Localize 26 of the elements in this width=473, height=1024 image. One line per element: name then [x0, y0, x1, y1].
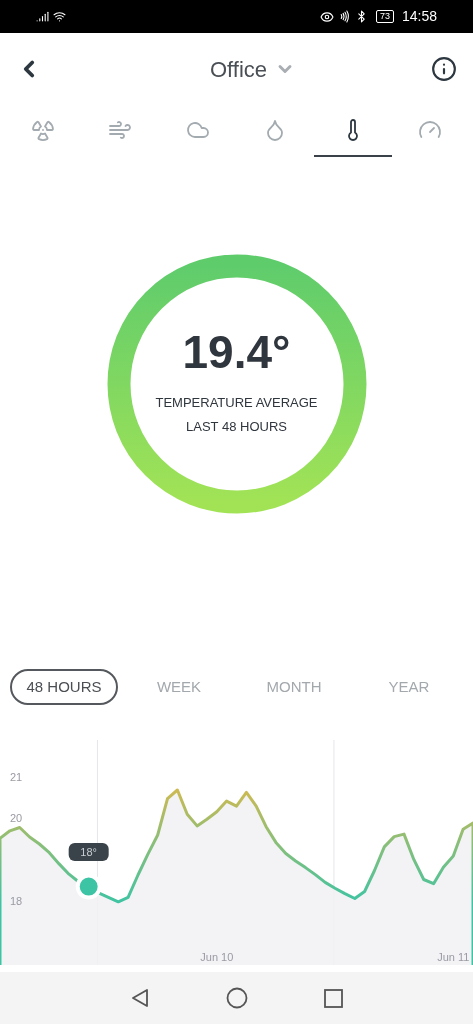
clock: 14:58: [401, 7, 437, 26]
radiation-icon: [30, 118, 55, 142]
value-tooltip: 18°: [68, 842, 109, 862]
average-caption: LAST 48 HOURS: [186, 418, 287, 436]
recents-nav-icon[interactable]: [324, 988, 343, 1008]
range-tab[interactable]: YEAR: [355, 669, 463, 705]
battery-level: 73: [375, 10, 394, 23]
y-axis-label: 20: [10, 812, 23, 825]
range-tab[interactable]: 48 HOURS: [10, 669, 118, 705]
x-axis-label: Jun 10: [200, 951, 234, 963]
range-tab[interactable]: WEEK: [125, 669, 233, 705]
range-tab[interactable]: MONTH: [240, 669, 348, 705]
info-button[interactable]: [431, 56, 457, 82]
wind-icon: [108, 118, 133, 142]
eye-icon: [319, 9, 334, 24]
average-value: 19.4°: [182, 329, 291, 375]
average-caption: TEMPERATURE AVERAGE: [155, 394, 318, 412]
y-axis-label: 21: [10, 771, 23, 784]
wifi-icon: [53, 10, 66, 23]
y-axis-label: 18: [10, 895, 23, 907]
home-nav-icon[interactable]: [226, 987, 248, 1009]
info-icon: [431, 56, 457, 82]
signal-icon: [36, 10, 49, 23]
x-axis-label: Jun 11: [437, 951, 470, 963]
back-nav-icon[interactable]: [130, 988, 150, 1008]
location-dropdown[interactable]: Office: [209, 52, 296, 86]
